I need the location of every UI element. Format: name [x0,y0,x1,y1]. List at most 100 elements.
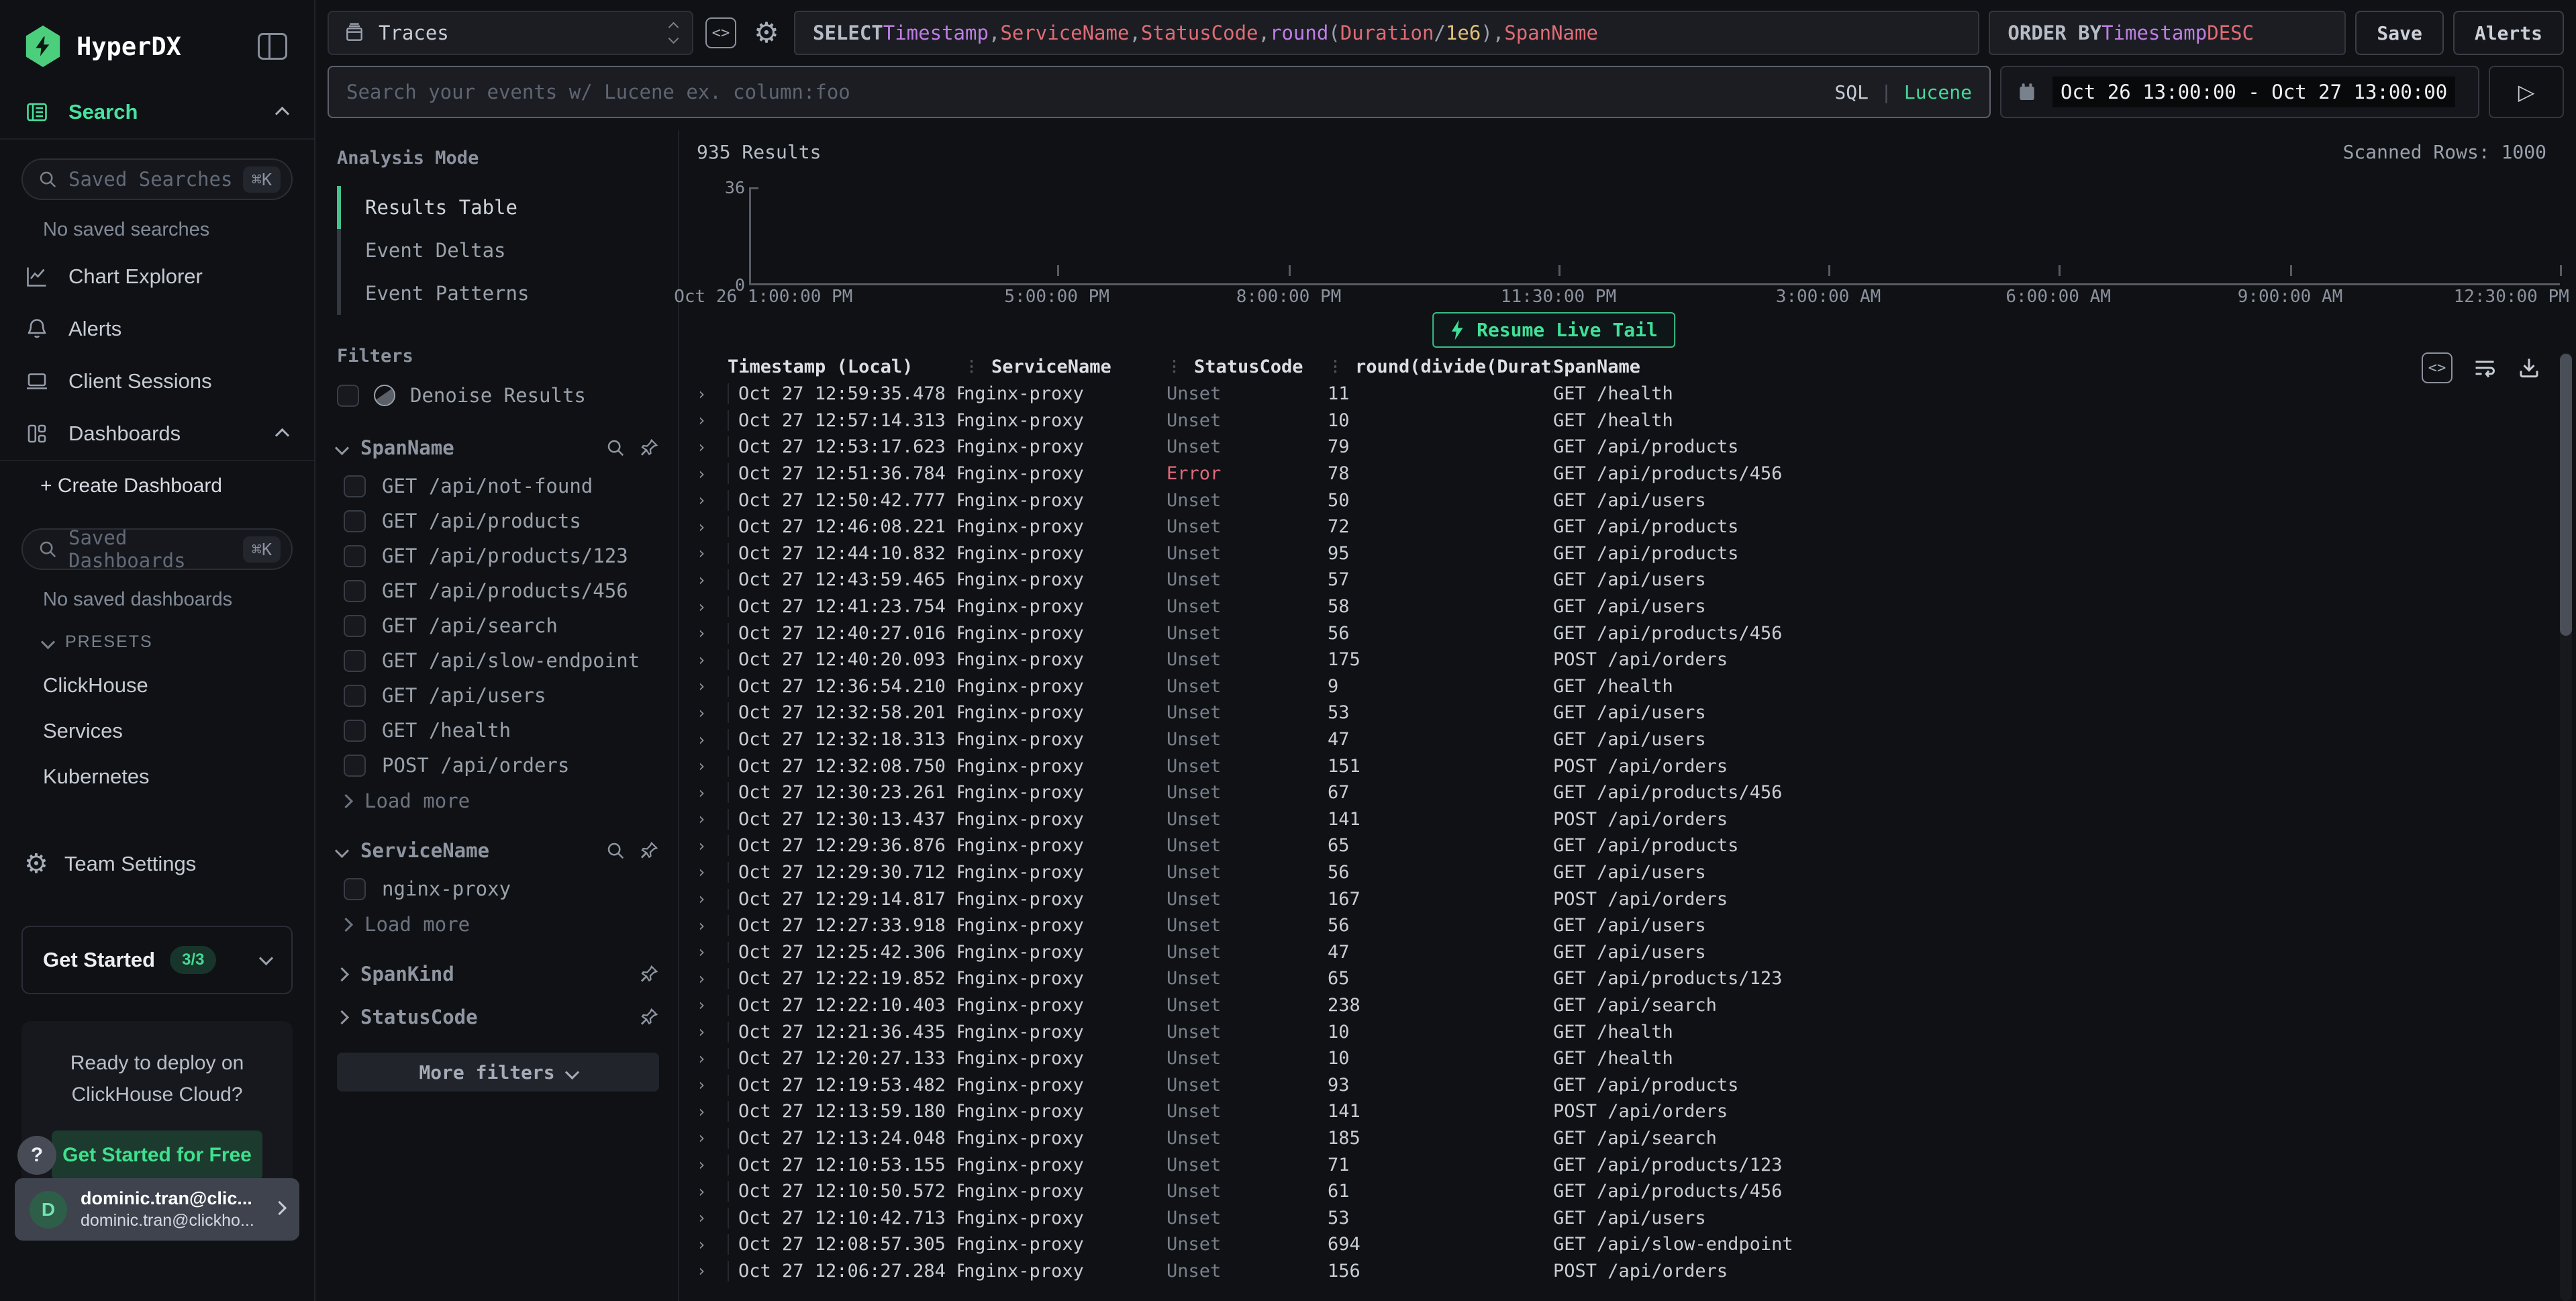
table-row[interactable]: ›Oct 27 12:22:10.403 PMnginx-proxyUnset2… [697,992,2576,1019]
row-expand-icon[interactable]: › [697,438,728,456]
filter-value-checkbox[interactable]: GET /api/products [337,503,659,538]
checkbox[interactable] [344,650,366,672]
row-expand-icon[interactable]: › [697,916,728,935]
row-expand-icon[interactable]: › [697,730,728,749]
sidebar-item-chart-explorer[interactable]: Chart Explorer [0,250,314,303]
row-expand-icon[interactable]: › [697,996,728,1014]
filter-value-checkbox[interactable]: GET /api/users [337,678,659,713]
table-row[interactable]: ›Oct 27 12:29:14.817 PMnginx-proxyUnset1… [697,885,2576,912]
run-query-button[interactable]: ▷ [2489,66,2564,118]
checkbox[interactable] [344,685,366,707]
filter-value-checkbox[interactable]: GET /api/search [337,608,659,643]
table-row[interactable]: ›Oct 27 12:32:08.750 PMnginx-proxyUnset1… [697,753,2576,779]
row-expand-icon[interactable]: › [697,836,728,855]
row-expand-icon[interactable]: › [697,1261,728,1280]
checkbox[interactable] [344,720,366,742]
sidebar-item-team-settings[interactable]: ⚙ Team Settings [0,837,314,891]
wrap-lines-icon-button[interactable] [2473,356,2497,380]
user-menu[interactable]: D dominic.tran@clic... dominic.tran@clic… [15,1178,299,1241]
search-icon[interactable] [605,438,626,458]
table-row[interactable]: ›Oct 27 12:29:30.712 PMnginx-proxyUnset5… [697,859,2576,886]
pin-icon[interactable] [639,438,659,458]
analysis-mode-event-patterns[interactable]: Event Patterns [341,272,659,315]
analysis-mode-event-deltas[interactable]: Event Deltas [341,229,659,272]
row-expand-icon[interactable]: › [697,624,728,642]
row-expand-icon[interactable]: › [697,650,728,669]
row-expand-icon[interactable]: › [697,889,728,908]
row-expand-icon[interactable]: › [697,1155,728,1174]
table-row[interactable]: ›Oct 27 12:30:13.437 PMnginx-proxyUnset1… [697,806,2576,833]
lucene-mode-toggle[interactable]: Lucene [1904,81,1972,103]
sidebar-item-client-sessions[interactable]: Client Sessions [0,355,314,407]
row-expand-icon[interactable]: › [697,465,728,483]
pin-icon[interactable] [639,1007,659,1027]
source-select[interactable]: Traces [328,11,693,55]
table-row[interactable]: ›Oct 27 12:44:10.832 PMnginx-proxyUnset9… [697,540,2576,567]
help-button[interactable]: ? [17,1136,56,1175]
table-row[interactable]: ›Oct 27 12:30:23.261 PMnginx-proxyUnset6… [697,779,2576,806]
row-expand-icon[interactable]: › [697,411,728,430]
save-button[interactable]: Save [2355,11,2443,55]
column-header-servicename[interactable]: ⋮ServiceName [964,356,1167,377]
table-row[interactable]: ›Oct 27 12:25:42.306 PMnginx-proxyUnset4… [697,938,2576,965]
load-more-button[interactable]: Load more [337,783,659,819]
checkbox[interactable] [344,545,366,567]
table-row[interactable]: ›Oct 27 12:32:18.313 PMnginx-proxyUnset4… [697,726,2576,753]
table-row[interactable]: ›Oct 27 12:06:27.284 PMnginx-proxyUnset1… [697,1258,2576,1285]
table-row[interactable]: ›Oct 27 12:08:57.305 PMnginx-proxyUnset6… [697,1231,2576,1258]
filter-value-checkbox[interactable]: GET /health [337,713,659,748]
checkbox[interactable] [344,878,366,900]
pin-icon[interactable] [639,840,659,861]
filter-value-checkbox[interactable]: nginx-proxy [337,871,659,906]
row-expand-icon[interactable]: › [697,571,728,589]
row-expand-icon[interactable]: › [697,783,728,802]
analysis-mode-results-table[interactable]: Results Table [341,186,659,229]
get-started-free-button[interactable]: Get Started for Free [52,1130,262,1180]
sidebar-item-alerts[interactable]: Alerts [0,303,314,355]
chevron-up-icon[interactable] [277,422,287,446]
table-row[interactable]: ›Oct 27 12:29:36.876 PMnginx-proxyUnset6… [697,832,2576,859]
row-expand-icon[interactable]: › [697,969,728,988]
denoise-results-checkbox[interactable]: Denoise Results [337,384,659,407]
more-filters-button[interactable]: More filters [337,1053,659,1092]
download-icon-button[interactable] [2517,356,2541,380]
filter-value-checkbox[interactable]: GET /api/not-found [337,469,659,503]
column-drag-handle[interactable]: ⋮ [1328,358,1342,375]
row-expand-icon[interactable]: › [697,1049,728,1068]
table-row[interactable]: ›Oct 27 12:50:42.777 PMnginx-proxyUnset5… [697,487,2576,514]
sidebar-item-search[interactable]: Search [0,86,314,138]
sidebar-item-dashboards[interactable]: Dashboards [0,407,314,460]
row-expand-icon[interactable]: › [697,544,728,563]
table-row[interactable]: ›Oct 27 12:21:36.435 PMnginx-proxyUnset1… [697,1018,2576,1045]
table-row[interactable]: ›Oct 27 12:41:23.754 PMnginx-proxyUnset5… [697,593,2576,620]
row-expand-icon[interactable]: › [697,1182,728,1201]
filter-value-checkbox[interactable]: POST /api/orders [337,748,659,783]
source-settings-button[interactable]: ⚙ [748,15,785,51]
row-expand-icon[interactable]: › [697,1022,728,1041]
chevron-up-icon[interactable] [277,100,287,124]
preset-item-clickhouse[interactable]: ClickHouse [0,663,314,708]
get-started-panel[interactable]: Get Started 3/3 [21,926,293,994]
table-row[interactable]: ›Oct 27 12:46:08.221 PMnginx-proxyUnset7… [697,514,2576,540]
row-expand-icon[interactable]: › [697,1075,728,1094]
table-row[interactable]: ›Oct 27 12:22:19.852 PMnginx-proxyUnset6… [697,965,2576,992]
filter-value-checkbox[interactable]: GET /api/products/456 [337,573,659,608]
row-expand-icon[interactable]: › [697,491,728,510]
checkbox[interactable] [344,755,366,777]
row-expand-icon[interactable]: › [697,943,728,961]
sql-mode-toggle[interactable]: SQL [1834,81,1869,103]
row-expand-icon[interactable]: › [697,757,728,775]
row-expand-icon[interactable]: › [697,810,728,828]
table-row[interactable]: ›Oct 27 12:32:58.201 PMnginx-proxyUnset5… [697,700,2576,726]
event-search-input[interactable]: Search your events w/ Lucene ex. column:… [328,66,1991,118]
scrollbar-thumb[interactable] [2560,354,2572,636]
view-raw-icon-button[interactable]: <> [2422,352,2453,383]
preset-item-kubernetes[interactable]: Kubernetes [0,754,314,800]
select-columns-input[interactable]: SELECT Timestamp,ServiceName,StatusCode,… [794,11,1979,55]
preset-item-services[interactable]: Services [0,708,314,754]
row-expand-icon[interactable]: › [697,863,728,881]
checkbox[interactable] [344,510,366,532]
alerts-button[interactable]: Alerts [2453,11,2564,55]
checkbox[interactable] [337,385,359,407]
filter-group-spanname[interactable]: SpanName [337,436,659,459]
